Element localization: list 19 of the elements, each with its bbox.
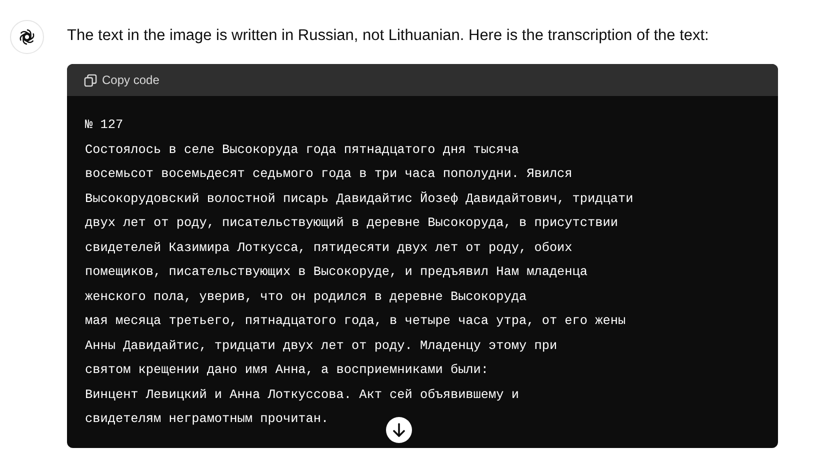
code-line: помещиков, писательствующих в Высокоруде, и предъявил Нам младенца <box>85 263 588 281</box>
code-line: Высокорудовский волостной писарь Давидайтис Йозеф Давидайтович, тридцати <box>85 190 634 208</box>
code-line: двух лет от роду, писательствующий в деревне Высокоруда, в присутствии <box>85 214 618 232</box>
code-line: женского пола, уверив, что он родился в деревне Высокоруда <box>85 288 527 306</box>
code-line: Состоялось в селе Высокоруда года пятнадцатого дня тысяча <box>85 140 519 158</box>
logo-icon <box>17 27 37 47</box>
message-text: The text in the image is written in Russian, not Lithuanian. Here is the transcription of the text: <box>67 26 710 46</box>
code-line: свидетелей Казимира Лоткусса, пятидесяти двух лет от роду, обоих <box>85 238 572 256</box>
arrow-down-icon <box>392 422 406 436</box>
copy-icon <box>84 74 97 86</box>
code-line: свидетелям неграмотным прочитан. <box>85 410 329 428</box>
code-line: святом крещении дано имя Анна, а восприемниками были: <box>85 361 489 379</box>
code-line: Анны Давидайтис, тридцати двух лет от роду. Младенцу этому при <box>85 336 558 354</box>
code-line: № 127 <box>85 116 124 134</box>
code-line: восемьсот восемьдесят седьмого года в три часа пополудни. Явился <box>85 165 572 183</box>
code-line: мая месяца третьего, пятнадцатого года, в четыре часа утра, от его жены <box>85 312 626 330</box>
scroll-down-button[interactable] <box>386 416 412 442</box>
copy-code-button[interactable]: Copy code <box>84 73 160 87</box>
code-line: Винцент Левицкий и Анна Лоткуссова. Акт сей объявившему и <box>85 386 519 404</box>
